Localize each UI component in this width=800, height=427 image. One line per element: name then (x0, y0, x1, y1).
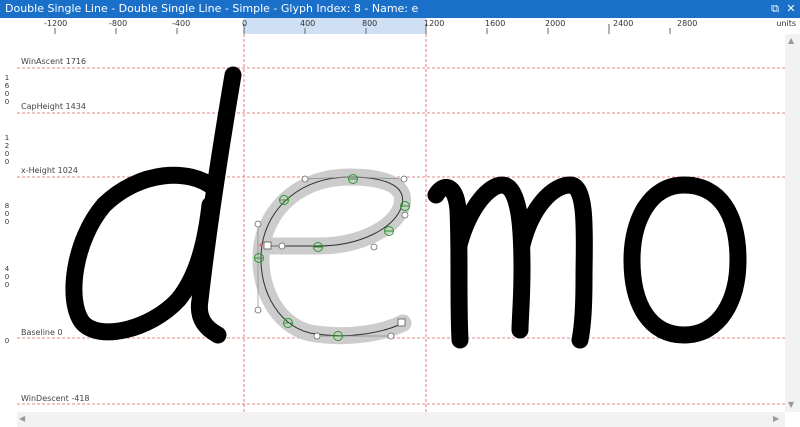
window-title: Double Single Line - Double Single Line … (5, 2, 419, 15)
ruler-tick-label: 2000 (545, 19, 566, 28)
ruler-tick-label: 0 (242, 19, 248, 28)
win-descent-label: WinDescent -418 (21, 394, 90, 403)
ruler-tick-label: 1600 (4, 74, 10, 106)
window-titlebar: Double Single Line - Double Single Line … (0, 0, 800, 18)
scroll-up-icon[interactable]: ▲ (788, 36, 794, 45)
horizontal-scrollbar[interactable]: ◀ ▶ (17, 412, 785, 427)
vertical-ruler: 1600 1200 800 400 0 (0, 34, 18, 427)
ruler-tick-label: 400 (300, 19, 316, 28)
ruler-tick-label: 400 (4, 265, 10, 289)
scroll-left-icon[interactable]: ◀ (19, 414, 25, 423)
ruler-tick-label: 800 (362, 19, 378, 28)
horizontal-ruler: -1200 -800 -400 0 400 800 1200 1600 2000… (17, 18, 800, 35)
vertical-scrollbar[interactable]: ▲ ▼ (785, 34, 800, 412)
restore-window-icon[interactable]: ⧉ (767, 0, 783, 18)
ruler-tick-label: 1600 (485, 19, 506, 28)
ruler-tick-label: 800 (4, 202, 10, 226)
ruler-corner (0, 18, 18, 35)
win-ascent-label: WinAscent 1716 (21, 57, 87, 66)
ruler-tick-label: -1200 (44, 19, 68, 28)
ruler-tick-label: 0 (4, 337, 10, 345)
ruler-tick-label: 1200 (424, 19, 445, 28)
ruler-units-label: units (776, 19, 796, 28)
glyph-canvas[interactable] (17, 34, 785, 412)
scroll-right-icon[interactable]: ▶ (773, 414, 779, 423)
ruler-tick-label: 1200 (4, 134, 10, 166)
ruler-tick-label: 2400 (613, 19, 634, 28)
cap-height-label: CapHeight 1434 (21, 102, 86, 111)
scroll-down-icon[interactable]: ▼ (788, 400, 794, 409)
ruler-tick-label: 2800 (677, 19, 698, 28)
ruler-tick-label: -800 (109, 19, 128, 28)
ruler-tick-label: -400 (172, 19, 191, 28)
x-height-label: x-Height 1024 (21, 166, 78, 175)
close-window-icon[interactable]: ✕ (783, 0, 799, 18)
baseline-label: Baseline 0 (21, 328, 63, 337)
